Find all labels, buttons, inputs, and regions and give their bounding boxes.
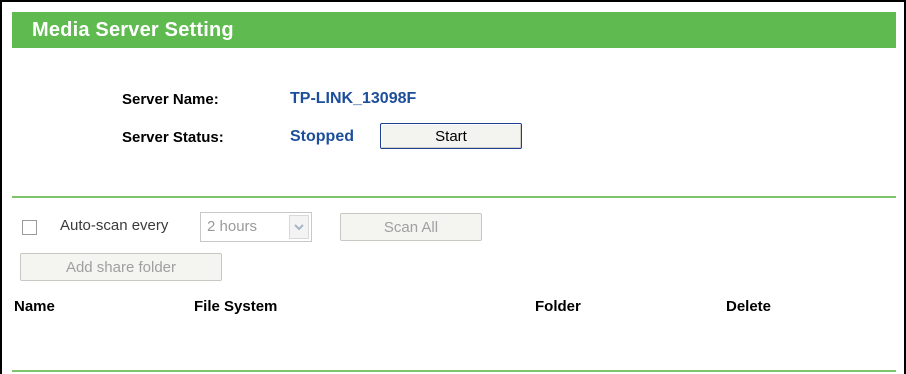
column-header-folder: Folder xyxy=(535,298,581,315)
column-header-name: Name xyxy=(14,298,55,315)
server-status-value: Stopped xyxy=(290,128,354,145)
section-header: Media Server Setting xyxy=(12,12,896,48)
column-header-file-system: File System xyxy=(194,298,278,315)
scan-all-button[interactable]: Scan All xyxy=(340,213,482,241)
server-name-row: Server Name: TP-LINK_13098F xyxy=(2,84,906,114)
add-share-folder-button[interactable]: Add share folder xyxy=(20,253,222,281)
auto-scan-label: Auto-scan every xyxy=(60,217,169,234)
media-server-panel: Media Server Setting Server Name: TP-LIN… xyxy=(0,0,906,374)
chevron-down-icon[interactable] xyxy=(289,215,309,239)
auto-scan-checkbox[interactable] xyxy=(22,220,37,235)
server-status-label: Server Status: xyxy=(122,128,224,146)
server-name-label: Server Name: xyxy=(122,90,219,108)
scan-interval-select[interactable]: 2 hours xyxy=(200,212,312,242)
page-title: Media Server Setting xyxy=(32,18,234,41)
server-status-row: Server Status: Stopped Start xyxy=(2,122,906,152)
scan-interval-value: 2 hours xyxy=(207,218,258,235)
server-name-value: TP-LINK_13098F xyxy=(290,90,417,107)
column-header-delete: Delete xyxy=(726,298,772,315)
start-button[interactable]: Start xyxy=(380,123,522,149)
bottom-divider xyxy=(12,370,896,372)
section-divider xyxy=(12,196,896,198)
